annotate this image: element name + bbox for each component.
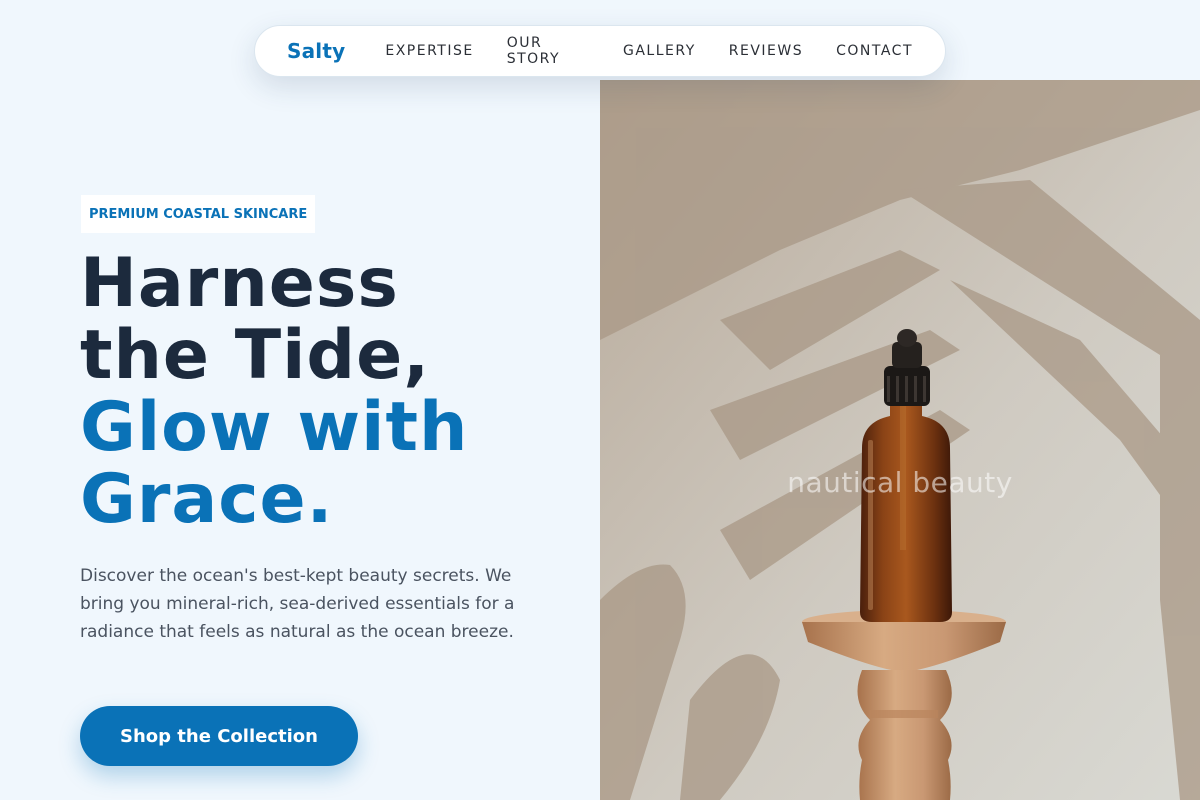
tagline-badge: PREMIUM COASTAL SKINCARE — [81, 195, 316, 233]
hero-headline: Harness the Tide, Glow with Grace. — [80, 248, 580, 536]
hero-description: Discover the ocean's best-kept beauty se… — [80, 566, 515, 642]
hero-product-image: nautical beauty — [600, 80, 1200, 800]
nav-link-reviews[interactable]: REVIEWS — [729, 43, 803, 59]
top-navigation: Salty EXPERTISE OUR STORY GALLERY REVIEW… — [254, 25, 946, 77]
nav-link-expertise[interactable]: EXPERTISE — [385, 43, 473, 59]
headline-line-1: Harness — [80, 244, 399, 323]
nav-links: EXPERTISE OUR STORY GALLERY REVIEWS CONT… — [385, 35, 913, 67]
product-photo — [600, 80, 1200, 800]
headline-line-2: the Tide, — [80, 316, 431, 395]
nav-link-gallery[interactable]: GALLERY — [623, 43, 696, 59]
headline-line-4: Grace. — [80, 460, 334, 539]
image-watermark: nautical beauty — [787, 466, 1013, 499]
nav-link-our-story[interactable]: OUR STORY — [507, 35, 590, 67]
shop-collection-button[interactable]: Shop the Collection — [80, 706, 358, 766]
brand-logo[interactable]: Salty — [287, 39, 345, 63]
headline-line-3: Glow with — [80, 388, 469, 467]
nav-link-contact[interactable]: CONTACT — [836, 43, 913, 59]
